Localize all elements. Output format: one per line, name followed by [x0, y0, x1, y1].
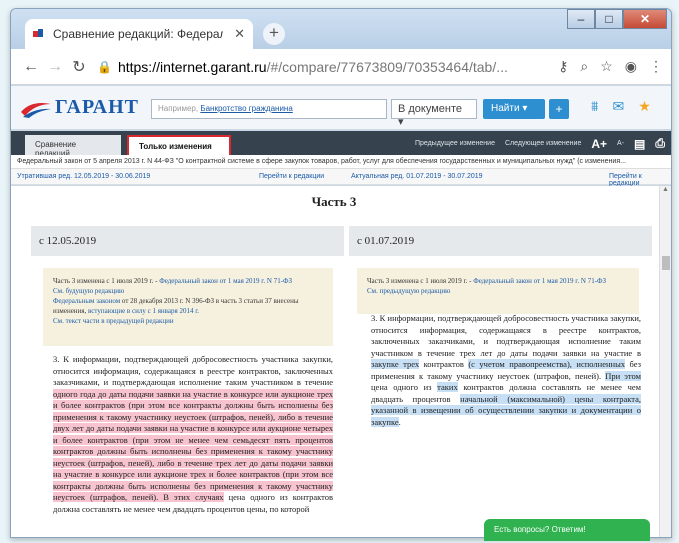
note-link[interactable]: вступающие в силу с 1 января 2014 г.	[88, 307, 199, 315]
unchanged-text: контрактов	[419, 359, 469, 369]
title-bar: Сравнение редакций: Федерал ✕ + – □ ✕	[11, 9, 671, 49]
scroll-up-icon[interactable]: ▲	[660, 186, 671, 193]
added-text: закупке трех	[371, 359, 420, 369]
note-link[interactable]: Федеральным законом	[53, 297, 120, 305]
close-window-button[interactable]: ✕	[623, 9, 667, 29]
chat-icon[interactable]: ✉	[612, 98, 624, 115]
left-paragraph: 3. К информации, подтверждающей добросов…	[53, 354, 333, 515]
garant-swoosh-icon	[21, 103, 51, 118]
tab-only-changes[interactable]: Только изменения	[127, 135, 231, 155]
search-scope-select[interactable]: В документе ▾	[391, 99, 477, 128]
redactions-bar: Утратившая ред. 12.05.2019 - 30.06.2019 …	[11, 169, 671, 187]
added-text: таких	[437, 382, 458, 392]
search-input[interactable]: Например, Банкротство гражданина	[151, 99, 387, 119]
find-button[interactable]: Найти ▾	[483, 99, 545, 119]
unchanged-text: .	[398, 416, 401, 427]
zoom-icon[interactable]: ⌕	[580, 58, 588, 75]
font-increase-button[interactable]: A+	[591, 137, 607, 151]
garant-logo[interactable]: ГАРАНТ	[21, 94, 138, 122]
part-heading: Часть 3	[311, 194, 357, 209]
note-link[interactable]: Федеральный закон от 1 мая 2019 г. N 71-…	[473, 277, 606, 285]
document-title: Федеральный закон от 5 апреля 2013 г. N …	[11, 155, 671, 169]
chat-widget[interactable]: Есть вопросы? Ответим!	[484, 519, 650, 541]
address-bar: ← → ↻ 🔒 https://internet.garant.ru/#/com…	[11, 49, 671, 85]
left-redaction-label[interactable]: Утратившая ред. 12.05.2019 - 30.06.2019	[17, 173, 150, 180]
maximize-button[interactable]: □	[595, 9, 623, 29]
scroll-thumb[interactable]	[662, 256, 670, 270]
added-text: При этом	[605, 370, 641, 381]
tab-title: Сравнение редакций: Федерал	[53, 27, 223, 41]
note-text: Часть 3 изменена с 1 июля 2019 г. -	[53, 277, 160, 285]
star-icon[interactable]: ☆	[600, 58, 613, 75]
save-icon[interactable]: ▤	[634, 137, 645, 151]
favorites-icon[interactable]: ★	[638, 98, 651, 115]
unchanged-text: 3. К информации, подтверждающей добросов…	[53, 354, 333, 387]
url-path: /#/compare/77673809/70353464/tab/...	[266, 58, 508, 75]
search-example-link[interactable]: Банкротство гражданина	[200, 104, 292, 113]
extended-search-button[interactable]: +	[549, 99, 569, 119]
url-host: https://internet.garant.ru	[117, 58, 267, 75]
forward-icon[interactable]: →	[43, 58, 67, 76]
reload-icon[interactable]: ↻	[67, 57, 91, 77]
filter-icon[interactable]: ⩩	[591, 98, 598, 115]
left-column-date: с 12.05.2019	[31, 226, 344, 256]
tab-close-icon[interactable]: ✕	[234, 26, 245, 42]
font-decrease-button[interactable]: A-	[617, 140, 624, 147]
next-change-button[interactable]: Следующее изменение	[505, 140, 581, 147]
garant-toolbar: ГАРАНТ Например, Банкротство гражданина …	[11, 86, 671, 130]
url-field[interactable]: https://internet.garant.ru/#/compare/776…	[118, 59, 528, 75]
key-icon[interactable]: ⚷	[558, 58, 568, 75]
left-goto-link[interactable]: Перейти к редакции	[259, 173, 324, 180]
minimize-button[interactable]: –	[567, 9, 595, 29]
print-icon[interactable]: ⎙	[655, 136, 665, 151]
scrollbar[interactable]: ▲	[659, 186, 671, 537]
garant-favicon-icon	[33, 29, 47, 39]
added-text: (с учетом правопреемства), исполненных	[468, 359, 626, 369]
tab-compare[interactable]: Сравнение редакций	[25, 135, 121, 158]
logo-text: ГАРАНТ	[55, 96, 139, 118]
right-goto-link[interactable]: Перейти к редакции	[609, 173, 671, 187]
lock-icon[interactable]: 🔒	[97, 60, 112, 74]
menu-icon[interactable]: ⋮	[649, 58, 663, 75]
note-text: Часть 3 изменена с 1 июля 2019 г. -	[367, 277, 474, 285]
right-note: Часть 3 изменена с 1 июля 2019 г. - Феде…	[357, 268, 639, 314]
search-placeholder: Например,	[158, 104, 199, 113]
right-redaction-label[interactable]: Актуальная ред. 01.07.2019 - 30.07.2019	[351, 173, 483, 180]
previous-redaction-link[interactable]: См. предыдущую редакцию	[367, 287, 450, 295]
prev-change-button[interactable]: Предыдущее изменение	[415, 140, 495, 147]
right-column-date: с 01.07.2019	[349, 226, 652, 256]
future-redaction-link[interactable]: См. будущую редакцию	[53, 287, 124, 295]
left-note: Часть 3 изменена с 1 июля 2019 г. - Феде…	[43, 268, 333, 346]
browser-window: Сравнение редакций: Федерал ✕ + – □ ✕ ← …	[10, 8, 672, 538]
note-link[interactable]: Федеральный закон от 1 мая 2019 г. N 71-…	[159, 277, 292, 285]
new-tab-button[interactable]: +	[263, 23, 285, 45]
mode-bar: Сравнение редакций Только изменения Пред…	[11, 131, 671, 158]
profile-icon[interactable]: ◉	[625, 58, 637, 75]
unchanged-text: цена одного из	[371, 382, 438, 392]
deleted-text: одного года до даты подачи заявки на уча…	[53, 388, 333, 502]
right-paragraph: 3. К информации, подтверждающей добросов…	[371, 313, 641, 428]
previous-text-link[interactable]: См. текст части в предыдущей редакции	[53, 317, 174, 325]
browser-tab[interactable]: Сравнение редакций: Федерал ✕	[25, 19, 253, 49]
comparison-content: Часть 3 с 12.05.2019 с 01.07.2019 Часть …	[11, 186, 671, 537]
back-icon[interactable]: ←	[19, 58, 43, 76]
unchanged-text: 3. К информации, подтверждающей добросов…	[371, 313, 641, 358]
